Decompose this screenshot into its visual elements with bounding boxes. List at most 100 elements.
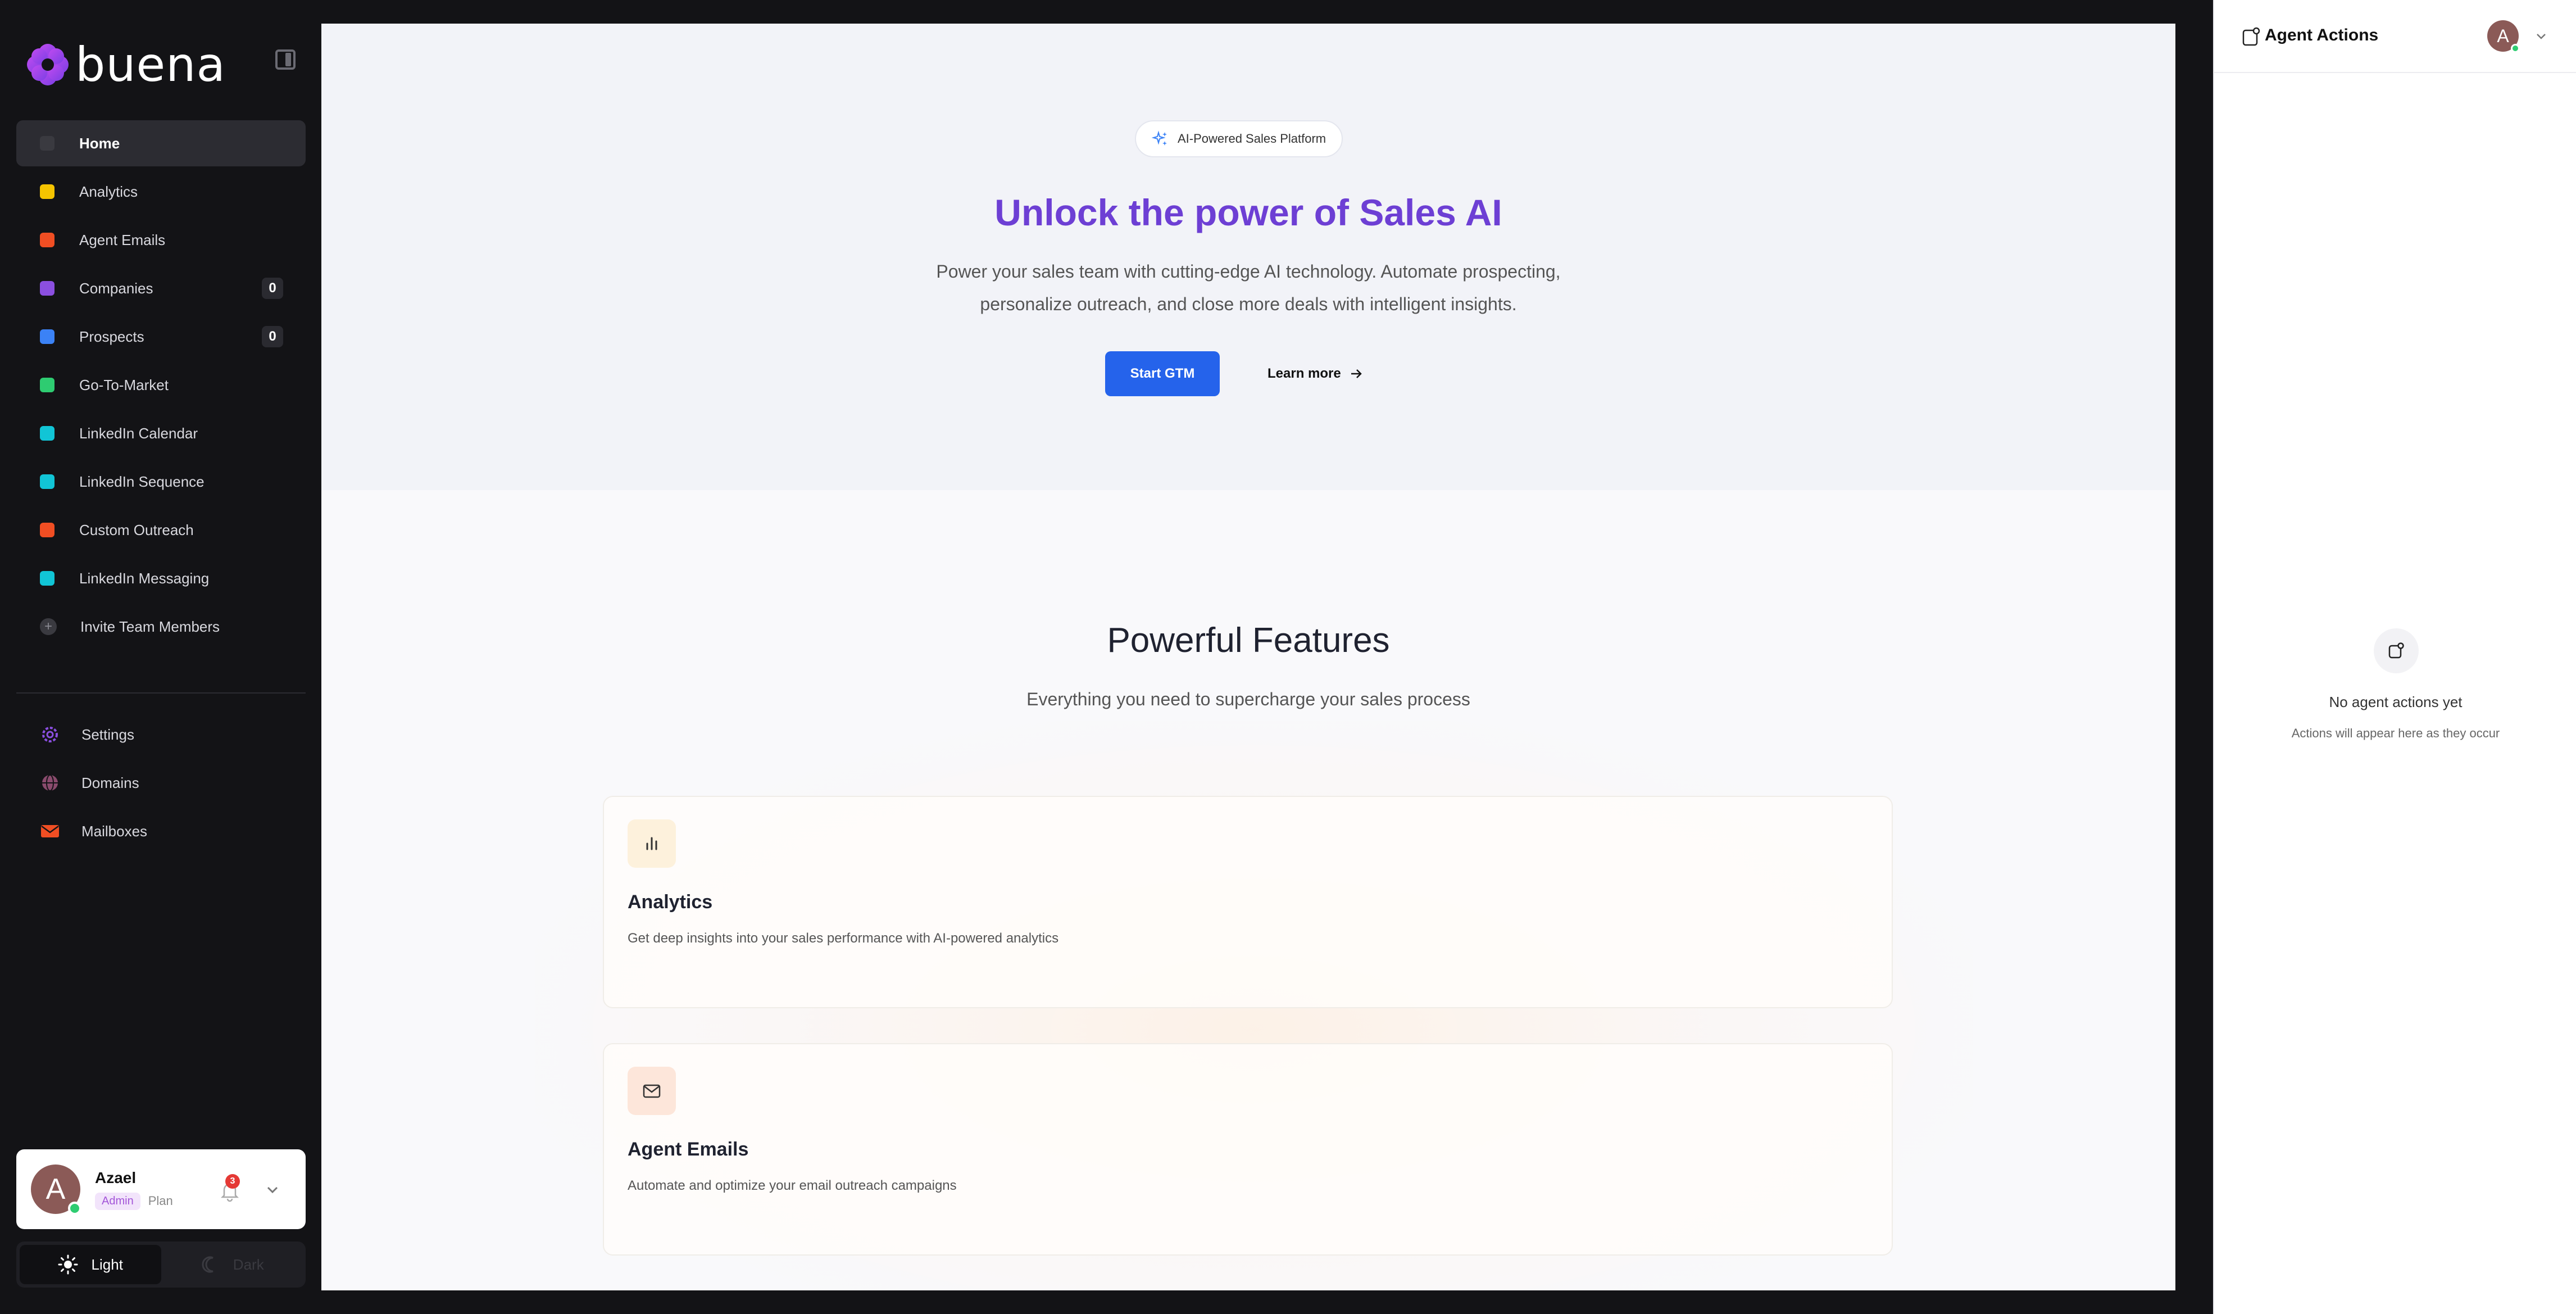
sidebar-item-label: Prospects [79, 328, 144, 345]
companies-dot-icon [40, 281, 54, 296]
theme-dark-button[interactable]: Dark [161, 1245, 303, 1284]
hero-title: Unlock the power of Sales AI [994, 192, 1502, 233]
linkedin-messaging-dot-icon [40, 571, 54, 586]
avatar-initial: A [46, 1173, 66, 1206]
role-badge: Admin [95, 1192, 140, 1210]
feature-icon-box [628, 819, 676, 868]
sidebar-item-label: LinkedIn Calendar [79, 424, 198, 442]
sidebar-item-companies[interactable]: Companies 0 [16, 265, 306, 311]
brand[interactable]: buena [27, 37, 226, 92]
sidebar-item-linkedin-calendar[interactable]: LinkedIn Calendar [16, 410, 306, 456]
moon-icon [202, 1256, 213, 1273]
avatar[interactable]: A [31, 1165, 81, 1215]
linkedin-calendar-dot-icon [40, 426, 54, 441]
sidebar-item-go-to-market[interactable]: Go-To-Market [16, 362, 306, 408]
agent-emails-dot-icon [40, 233, 54, 247]
sidebar-settings-nav: Settings Domains Mailboxes [16, 712, 306, 857]
home-dot-icon [40, 136, 54, 151]
feature-title: Agent Emails [628, 1139, 749, 1160]
mail-icon [41, 825, 59, 837]
mail-icon [643, 1084, 661, 1098]
plan-label: Plan [148, 1194, 173, 1208]
prospects-count-badge: 0 [262, 326, 283, 347]
prospects-dot-icon [40, 329, 54, 344]
bar-chart-icon [646, 837, 657, 850]
user-name: Azael [95, 1168, 137, 1186]
online-status-icon [2511, 44, 2520, 53]
sidebar-item-domains[interactable]: Domains [16, 760, 306, 806]
sidebar-collapse-icon[interactable] [275, 49, 296, 70]
sidebar-item-label: Go-To-Market [79, 376, 169, 393]
hero-subtitle: Power your sales team with cutting-edge … [321, 255, 2175, 320]
theme-dark-label: Dark [233, 1256, 264, 1273]
online-status-icon [68, 1202, 81, 1215]
sidebar-item-label: Mailboxes [81, 822, 148, 840]
agent-actions-icon [2388, 642, 2404, 659]
sidebar-item-label: Companies [79, 279, 153, 297]
empty-state-title: No agent actions yet [2329, 694, 2463, 710]
sidebar-item-home[interactable]: Home [16, 120, 306, 166]
brand-name: buena [75, 37, 226, 92]
sidebar-item-settings[interactable]: Settings [16, 712, 306, 758]
sidebar-item-linkedin-messaging[interactable]: LinkedIn Messaging [16, 555, 306, 601]
sidebar-item-label: LinkedIn Messaging [79, 569, 210, 587]
sidebar-item-label: Settings [81, 726, 134, 743]
user-meta: Admin Plan [95, 1192, 173, 1210]
theme-toggle[interactable]: Light Dark [16, 1241, 306, 1288]
user-card[interactable]: A Azael Admin Plan 3 [16, 1149, 306, 1229]
sidebar-item-custom-outreach[interactable]: Custom Outreach [16, 507, 306, 553]
sidebar-item-label: Agent Emails [79, 231, 166, 248]
sidebar-item-invite-team-members[interactable]: + Invite Team Members [16, 604, 306, 650]
custom-outreach-dot-icon [40, 523, 54, 537]
theme-light-label: Light [91, 1256, 123, 1273]
sidebar-item-prospects[interactable]: Prospects 0 [16, 314, 306, 360]
features-title: Powerful Features [1107, 621, 1390, 660]
user-info: Azael Admin Plan [95, 1169, 173, 1210]
sidebar-divider [16, 692, 306, 694]
sidebar-item-label: Domains [81, 774, 139, 791]
sidebar-item-label: Home [79, 134, 120, 152]
feature-description: Get deep insights into your sales perfor… [628, 931, 1059, 946]
sidebar-item-label: Analytics [79, 183, 138, 200]
hero-section: AI-Powered Sales Platform Unlock the pow… [321, 24, 2175, 490]
feature-card-analytics[interactable]: Analytics Get deep insights into your sa… [603, 796, 1893, 1008]
panel-avatar[interactable]: A [2487, 20, 2520, 53]
chevron-down-icon[interactable] [2533, 28, 2549, 44]
sidebar-item-agent-emails[interactable]: Agent Emails [16, 217, 306, 263]
main-scrollbar[interactable] [2174, 24, 2175, 1290]
sun-icon [58, 1254, 78, 1275]
features-subtitle: Everything you need to supercharge your … [1026, 689, 1470, 709]
hero-subtitle-line-2: personalize outreach, and close more dea… [980, 294, 1517, 314]
hero-subtitle-line-1: Power your sales team with cutting-edge … [936, 261, 1561, 282]
sparkles-icon [1152, 130, 1167, 146]
feature-description: Automate and optimize your email outreac… [628, 1178, 957, 1193]
panel-title: Agent Actions [2265, 26, 2379, 44]
agent-actions-panel: Agent Actions A No agent actions yet Act… [2213, 0, 2576, 1314]
feature-title: Analytics [628, 891, 713, 913]
plus-icon: + [40, 618, 57, 635]
sidebar-item-label: Custom Outreach [79, 521, 194, 538]
sidebar-item-linkedin-sequence[interactable]: LinkedIn Sequence [16, 459, 306, 505]
agent-actions-icon [2242, 27, 2260, 46]
gear-icon [42, 727, 58, 742]
avatar-initial: A [2497, 25, 2509, 46]
learn-more-link[interactable]: Learn more [1267, 351, 1364, 396]
companies-count-badge: 0 [262, 278, 283, 299]
platform-badge: AI-Powered Sales Platform [1135, 120, 1343, 157]
sidebar-item-analytics[interactable]: Analytics [16, 169, 306, 215]
theme-light-button[interactable]: Light [20, 1245, 161, 1284]
flower-logo-icon [27, 44, 69, 85]
feature-icon-box [628, 1067, 676, 1115]
notification-count-badge: 3 [225, 1174, 240, 1189]
sidebar-item-label: Invite Team Members [80, 618, 220, 635]
chevron-down-icon[interactable] [263, 1181, 281, 1199]
sidebar-item-label: LinkedIn Sequence [79, 473, 205, 490]
analytics-dot-icon [40, 184, 54, 199]
start-gtm-button[interactable]: Start GTM [1105, 351, 1220, 396]
learn-more-label: Learn more [1267, 366, 1341, 381]
arrow-right-icon [1351, 369, 1362, 378]
feature-card-agent-emails[interactable]: Agent Emails Automate and optimize your … [603, 1043, 1893, 1256]
go-to-market-dot-icon [40, 378, 54, 392]
sidebar-item-mailboxes[interactable]: Mailboxes [16, 808, 306, 854]
globe-icon [42, 774, 58, 791]
